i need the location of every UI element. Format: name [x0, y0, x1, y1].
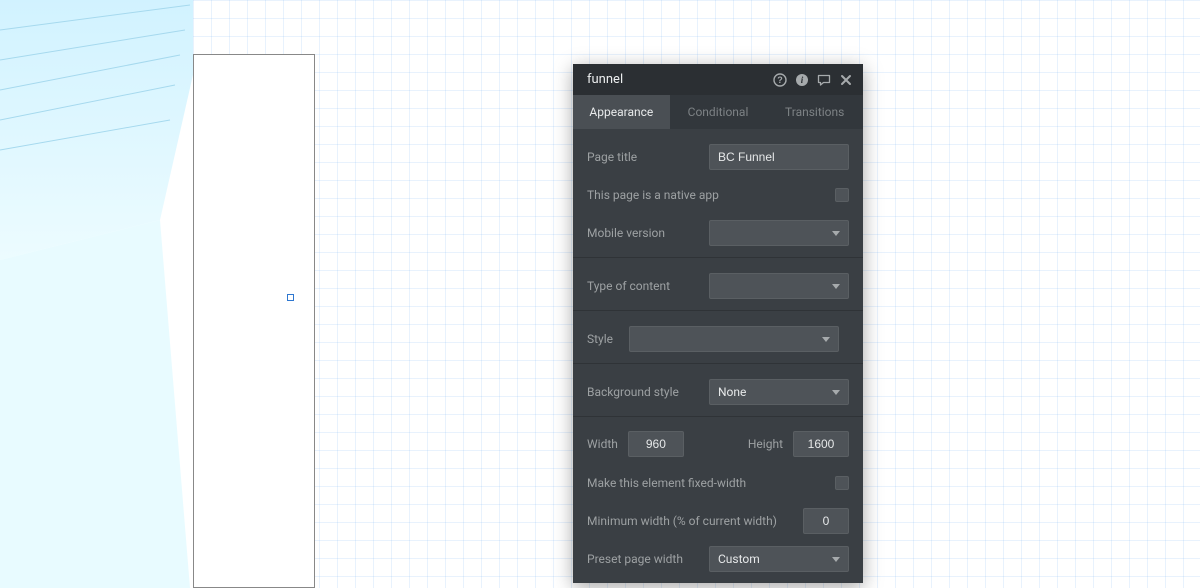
section-background: Background style None — [573, 364, 863, 417]
help-icon[interactable]: ? — [773, 73, 787, 87]
section-page: Page title This page is a native app Mob… — [573, 129, 863, 258]
label-fixed-width: Make this element fixed-width — [587, 476, 835, 490]
label-height: Height — [748, 437, 783, 451]
label-type-of-content: Type of content — [587, 279, 709, 293]
page-element[interactable] — [193, 54, 315, 588]
mobile-version-dropdown[interactable] — [709, 220, 849, 246]
selection-handle-right[interactable] — [287, 294, 294, 301]
native-app-checkbox[interactable] — [835, 188, 849, 202]
width-input[interactable] — [628, 431, 684, 457]
label-page-title: Page title — [587, 150, 709, 164]
label-native-app: This page is a native app — [587, 188, 835, 202]
info-icon[interactable]: i — [795, 73, 809, 87]
label-preset-page-width: Preset page width — [587, 552, 709, 566]
close-icon[interactable] — [839, 73, 853, 87]
background-style-dropdown[interactable]: None — [709, 379, 849, 405]
preset-page-width-value: Custom — [718, 552, 760, 566]
section-dimensions: Width Height Make this element fixed-wid… — [573, 417, 863, 583]
label-style: Style — [587, 332, 629, 346]
tab-transitions[interactable]: Transitions — [766, 95, 863, 129]
label-width: Width — [587, 437, 618, 451]
tab-conditional[interactable]: Conditional — [670, 95, 767, 129]
label-background-style: Background style — [587, 385, 709, 399]
type-of-content-dropdown[interactable] — [709, 273, 849, 299]
panel-tabs: Appearance Conditional Transitions — [573, 95, 863, 129]
label-mobile-version: Mobile version — [587, 226, 709, 240]
panel-header[interactable]: funnel ? i — [573, 64, 863, 95]
property-panel: funnel ? i Appearance Conditional Transi… — [573, 64, 863, 583]
preset-page-width-dropdown[interactable]: Custom — [709, 546, 849, 572]
section-style: Style — [573, 311, 863, 364]
min-width-input[interactable] — [803, 508, 849, 534]
height-input[interactable] — [793, 431, 849, 457]
comment-icon[interactable] — [817, 73, 831, 87]
tab-appearance[interactable]: Appearance — [573, 95, 670, 129]
section-content-type: Type of content — [573, 258, 863, 311]
panel-title: funnel — [587, 72, 773, 87]
svg-text:?: ? — [777, 75, 783, 85]
page-title-input[interactable] — [709, 144, 849, 170]
label-min-width: Minimum width (% of current width) — [587, 514, 803, 528]
style-dropdown[interactable] — [629, 326, 839, 352]
fixed-width-checkbox[interactable] — [835, 476, 849, 490]
background-style-value: None — [718, 385, 746, 399]
